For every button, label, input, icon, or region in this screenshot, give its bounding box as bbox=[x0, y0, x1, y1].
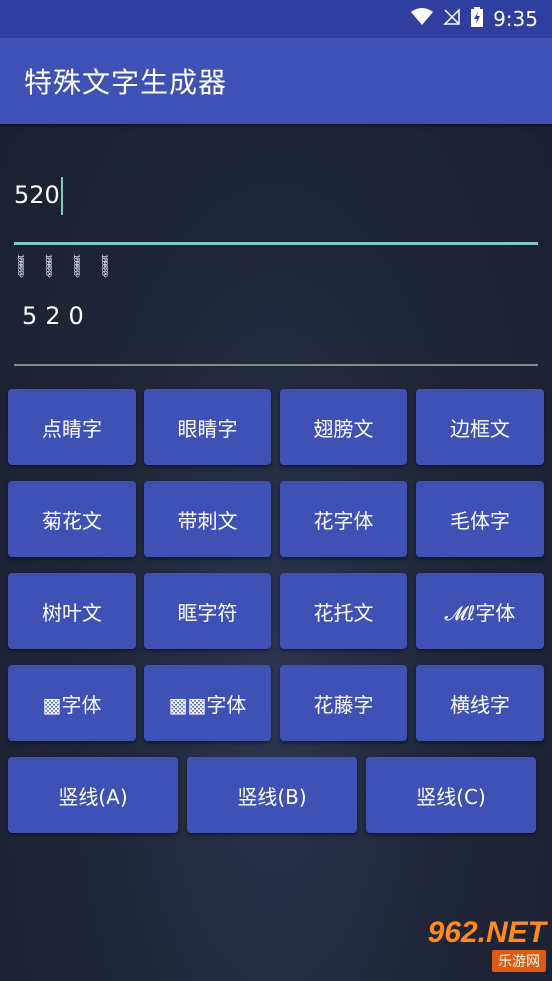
wing-button[interactable]: 翅膀文 bbox=[280, 389, 407, 465]
output-text[interactable]: 520 bbox=[22, 302, 92, 330]
chrysanthemum-button[interactable]: 菊花文 bbox=[8, 481, 136, 557]
dot-eye-button[interactable]: 点睛字 bbox=[8, 389, 136, 465]
app-bar: 特殊文字生成器 bbox=[0, 38, 552, 124]
leaf-button[interactable]: 树叶文 bbox=[8, 573, 136, 649]
double-boxed-font-button[interactable]: ▩▩字体 bbox=[144, 665, 271, 741]
deco-column: 1̷ͦ0̷ͦ9̷ͦ9̷ͦ3̷ͦ3̷ͦ bbox=[72, 254, 81, 275]
page-title: 特殊文字生成器 bbox=[24, 66, 228, 99]
watermark-logo-text: 962.NET bbox=[427, 916, 546, 949]
vertical-line-a-button[interactable]: 竖线(A) bbox=[8, 757, 178, 833]
flower-font-button[interactable]: 花字体 bbox=[280, 481, 407, 557]
calyx-button[interactable]: 花托文 bbox=[280, 573, 407, 649]
vertical-line-b-button[interactable]: 竖线(B) bbox=[187, 757, 357, 833]
input-text[interactable]: 520 bbox=[14, 177, 63, 215]
frame-char-button[interactable]: 眶字符 bbox=[144, 573, 271, 649]
no-signal-icon bbox=[443, 7, 461, 31]
output-underline bbox=[14, 364, 538, 366]
vine-button[interactable]: 花藤字 bbox=[280, 665, 407, 741]
boxed-font-button[interactable]: ▩字体 bbox=[8, 665, 136, 741]
vertical-line-c-button[interactable]: 竖线(C) bbox=[366, 757, 536, 833]
text-caret bbox=[60, 177, 63, 215]
site-watermark-logo: 962.NET 乐游网 bbox=[410, 913, 546, 975]
mao-font-button[interactable]: 毛体字 bbox=[416, 481, 544, 557]
border-button[interactable]: 边框文 bbox=[416, 389, 544, 465]
status-bar: 9:35 bbox=[0, 0, 552, 38]
clock: 9:35 bbox=[493, 7, 538, 31]
script-font-button[interactable]: 𝓜ℓ字体 bbox=[416, 573, 544, 649]
battery-charging-icon bbox=[471, 6, 484, 32]
horizontal-line-button[interactable]: 横线字 bbox=[416, 665, 544, 741]
text-input-field[interactable]: 520 bbox=[14, 165, 538, 245]
input-underline bbox=[14, 242, 538, 245]
deco-column: 1̷ͦ0̷ͦ9̷ͦ9̷ͦ3̷ͦ3̷ͦ bbox=[16, 254, 25, 275]
output-field[interactable]: 1̷ͦ0̷ͦ9̷ͦ9̷ͦ3̷ͦ3̷ͦ 1̷ͦ0̷ͦ9̷ͦ9̷ͦ3̷ͦ3̷ͦ 1̷… bbox=[14, 250, 538, 366]
input-value: 520 bbox=[14, 181, 60, 209]
deco-column: 1̷ͦ0̷ͦ9̷ͦ9̷ͦ3̷ͦ3̷ͦ bbox=[100, 254, 109, 275]
watermark-subtext: 乐游网 bbox=[492, 950, 546, 972]
eye-button[interactable]: 眼睛字 bbox=[144, 389, 271, 465]
deco-column: 1̷ͦ0̷ͦ9̷ͦ9̷ͦ3̷ͦ3̷ͦ bbox=[44, 254, 53, 275]
wifi-icon bbox=[411, 7, 434, 31]
thorn-button[interactable]: 带刺文 bbox=[144, 481, 271, 557]
